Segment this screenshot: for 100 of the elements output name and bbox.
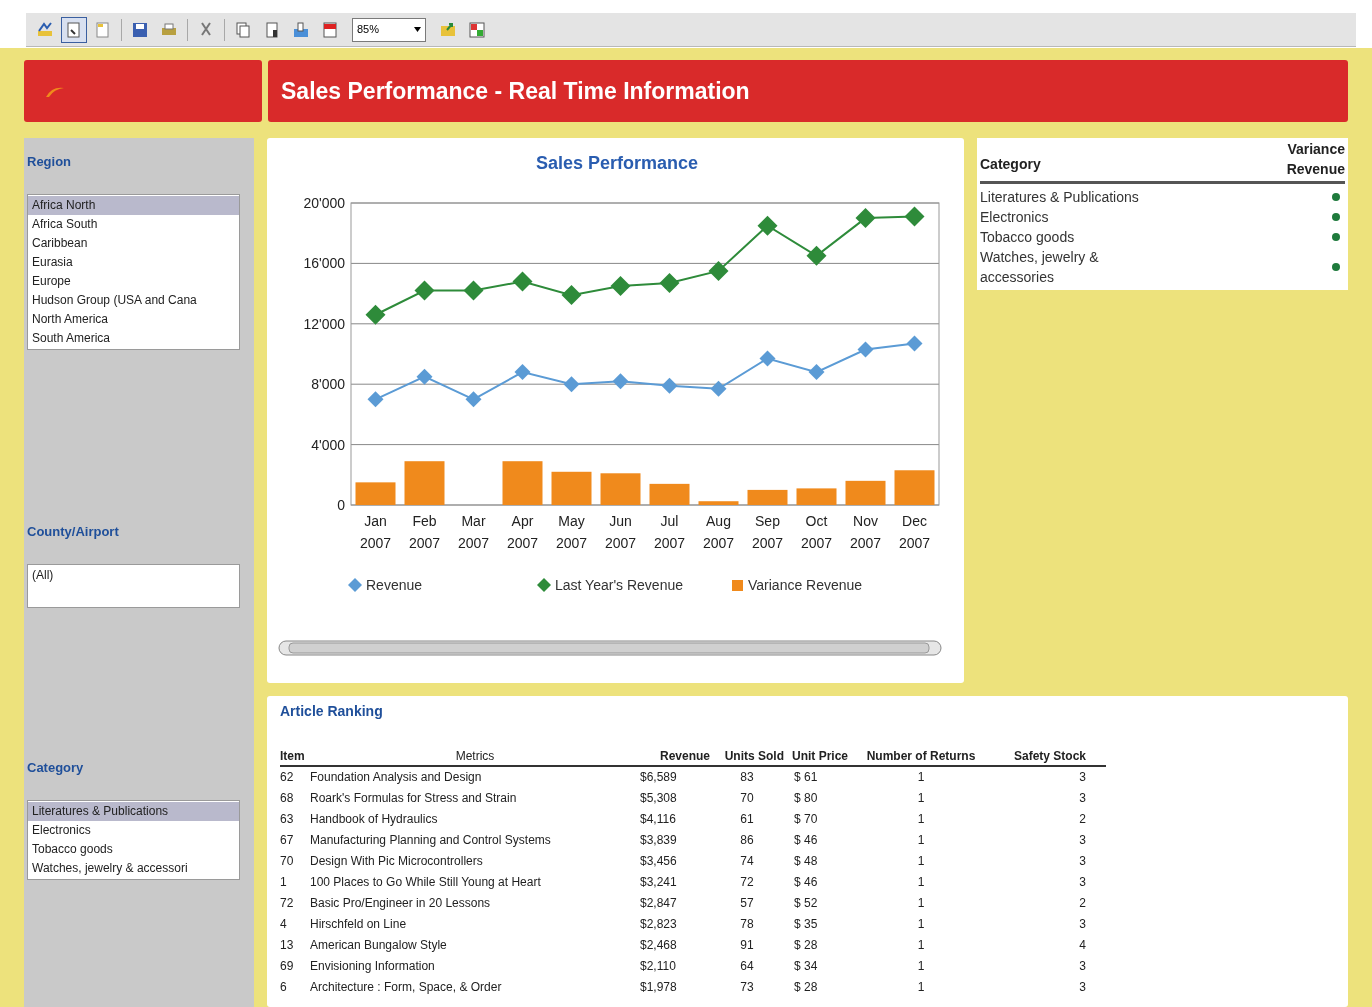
table-cell-text: 1 bbox=[916, 916, 926, 933]
bar bbox=[894, 470, 935, 505]
legend-marker bbox=[537, 578, 551, 592]
table-cell-text: 2 bbox=[1078, 811, 1086, 828]
table-cell-text: 61 bbox=[739, 811, 755, 828]
point bbox=[563, 376, 580, 393]
list-item[interactable]: Caribbean bbox=[28, 234, 239, 253]
table-cell-text: Foundation Analysis and Design bbox=[310, 769, 483, 786]
table-cell-text: 1 bbox=[916, 853, 926, 870]
filter-label: Region bbox=[27, 153, 73, 171]
table-cell-text: 1 bbox=[916, 811, 926, 828]
table-cell-text: 74 bbox=[739, 853, 755, 870]
table-cell-text: $2,110 bbox=[640, 958, 677, 975]
point bbox=[463, 280, 484, 301]
zoom-dropdown[interactable]: 85% bbox=[352, 17, 426, 42]
table-cell-text: 1 bbox=[916, 937, 926, 954]
column-header: Number of Returns bbox=[865, 748, 977, 765]
table-cell-text: $ 34 bbox=[793, 958, 819, 975]
axis-label: 20'000 bbox=[303, 195, 345, 211]
axis-label: Feb 2007 bbox=[408, 513, 441, 551]
table-cell-text: 2 bbox=[1078, 895, 1086, 912]
table-cell-text: 3 bbox=[1078, 874, 1086, 891]
point bbox=[514, 364, 531, 381]
list-item[interactable]: Tobacco goods bbox=[28, 840, 239, 859]
table-cell-text: 3 bbox=[1078, 958, 1086, 975]
table-cell-text: 72 bbox=[739, 874, 755, 891]
filter-label: County/Airport bbox=[27, 523, 120, 541]
scrollbar[interactable] bbox=[278, 640, 942, 656]
table-cell-text: Electronics bbox=[980, 208, 1050, 227]
table-cell-text: 70 bbox=[739, 790, 755, 807]
point bbox=[857, 341, 874, 358]
bar bbox=[551, 471, 592, 505]
table-cell-text: $ 80 bbox=[793, 790, 819, 807]
document-icon bbox=[65, 20, 83, 39]
axis-label: Mar 2007 bbox=[457, 513, 490, 551]
filter-list[interactable]: (All) bbox=[27, 564, 240, 608]
list-item[interactable]: Electronics bbox=[28, 821, 239, 840]
axis-label: Oct 2007 bbox=[800, 513, 833, 551]
legend-label: Last Year's Revenue bbox=[555, 577, 683, 593]
list-item[interactable]: (All) bbox=[28, 566, 239, 585]
table-cell-text: $3,241 bbox=[640, 874, 678, 891]
table-cell-text: 3 bbox=[1078, 979, 1086, 996]
axis-label: Sep 2007 bbox=[751, 513, 784, 551]
axis-label: Jul 2007 bbox=[653, 513, 686, 551]
point bbox=[659, 273, 680, 294]
table-cell-text: 1 bbox=[916, 979, 926, 996]
filter-list[interactable]: Literatures & Publications Electronics Tobacco goods Watches, jewelry & accessori bbox=[27, 800, 240, 880]
table-cell-text: 73 bbox=[739, 979, 755, 996]
table-cell-text: 4 bbox=[1078, 937, 1086, 954]
bar bbox=[698, 501, 739, 505]
table-cell-text: 1 bbox=[916, 832, 926, 849]
table-cell-text: 78 bbox=[739, 916, 755, 933]
page-icon bbox=[263, 20, 281, 39]
point bbox=[416, 368, 433, 385]
list-item[interactable]: North America bbox=[28, 310, 239, 329]
point bbox=[710, 380, 727, 397]
table-cell-text: $ 46 bbox=[793, 874, 819, 891]
table-cell-text: $ 61 bbox=[793, 769, 819, 786]
table-cell-text: $ 52 bbox=[793, 895, 819, 912]
bar bbox=[355, 482, 396, 505]
point bbox=[708, 260, 729, 281]
axis-label: 16'000 bbox=[303, 255, 345, 272]
bar bbox=[649, 483, 690, 505]
axis-label: Apr 2007 bbox=[506, 513, 539, 551]
axis-label: Aug 2007 bbox=[702, 513, 735, 551]
legend-marker bbox=[348, 578, 362, 592]
bar bbox=[502, 461, 543, 505]
list-item[interactable]: Africa South bbox=[28, 215, 239, 234]
table-cell-text: Hirschfeld on Line bbox=[310, 916, 408, 933]
axis-label: Jun 2007 bbox=[604, 513, 637, 551]
table-cell-text: 68 bbox=[280, 790, 295, 807]
table-cell-text: Tobacco goods bbox=[980, 228, 1076, 247]
document-icon bbox=[94, 20, 112, 39]
list-item[interactable]: Africa North bbox=[28, 196, 239, 215]
point bbox=[757, 215, 778, 236]
table-cell-text: Manufacturing Planning and Control Systems bbox=[310, 832, 552, 849]
toolbar-button[interactable] bbox=[61, 16, 87, 43]
point bbox=[806, 245, 827, 266]
table-cell-text: 6 bbox=[280, 979, 288, 996]
table-cell-text: Architecture : Form, Space, & Order bbox=[310, 979, 503, 996]
filter-list[interactable]: Africa North Africa South Caribbean Eurasia Europe Hudson Group (USA and Cana North America South America bbox=[27, 194, 240, 350]
list-item[interactable]: Eurasia bbox=[28, 253, 239, 272]
list-item[interactable]: Europe bbox=[28, 272, 239, 291]
panel-title: Article Ranking bbox=[280, 702, 384, 721]
table-cell-text: 86 bbox=[739, 832, 755, 849]
axis-label: 4'000 bbox=[311, 436, 345, 453]
list-item[interactable]: Watches, jewelry & accessori bbox=[28, 859, 239, 878]
table-cell-text: $2,468 bbox=[640, 937, 678, 954]
point bbox=[855, 208, 876, 229]
folder-icon bbox=[439, 20, 457, 39]
table-cell-text: 1 bbox=[916, 790, 926, 807]
table-cell-text: Basic Pro/Engineer in 20 Lessons bbox=[310, 895, 492, 912]
bar bbox=[404, 461, 445, 505]
axis-label: 0 bbox=[337, 497, 345, 513]
table-cell-text: $1,978 bbox=[640, 979, 678, 996]
list-item[interactable]: Literatures & Publications bbox=[28, 802, 239, 821]
list-item[interactable]: Hudson Group (USA and Cana bbox=[28, 291, 239, 310]
legend-label: Revenue bbox=[366, 577, 423, 593]
list-item[interactable]: South America bbox=[28, 329, 239, 348]
table-cell-text: 1 bbox=[280, 874, 288, 891]
